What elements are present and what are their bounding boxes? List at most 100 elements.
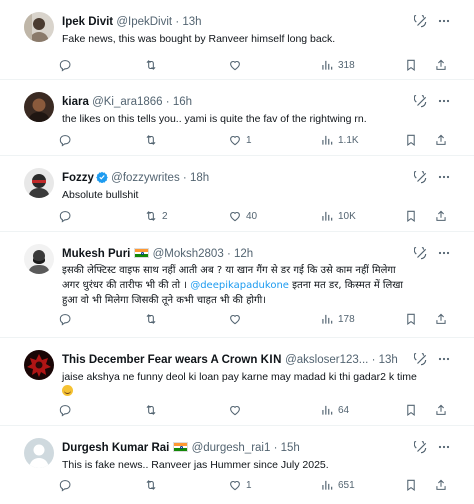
reply-button[interactable] (58, 310, 76, 328)
repost-icon (144, 478, 158, 492)
bookmark-button[interactable] (404, 401, 418, 419)
more-icon[interactable] (436, 169, 452, 185)
author-name[interactable]: kiara (62, 96, 89, 108)
separator: · (175, 16, 180, 28)
views-button[interactable]: 1.1K (320, 131, 359, 149)
avatar[interactable] (24, 244, 54, 274)
views-button[interactable]: 64 (320, 401, 349, 419)
avatar[interactable] (24, 12, 54, 42)
grok-icon[interactable] (414, 171, 428, 185)
more-icon[interactable] (436, 351, 452, 367)
view-count: 1.1K (338, 134, 359, 146)
bookmark-button[interactable] (404, 476, 418, 494)
share-button[interactable] (434, 401, 448, 419)
views-icon (320, 133, 334, 147)
like-button[interactable]: 1 (228, 131, 252, 149)
like-button[interactable] (228, 56, 246, 74)
like-button[interactable]: 40 (228, 207, 257, 225)
reply-icon (58, 133, 72, 147)
avatar[interactable] (24, 350, 54, 380)
share-button[interactable] (434, 56, 448, 74)
view-count: 178 (338, 313, 355, 325)
views-button[interactable]: 318 (320, 56, 355, 74)
like-count: 1 (246, 134, 252, 146)
bookmark-button[interactable] (404, 56, 418, 74)
views-icon (320, 209, 334, 223)
author-name[interactable]: Mukesh Puri (62, 248, 130, 260)
mention-link[interactable]: @deepikapadukone (190, 280, 289, 291)
views-button[interactable]: 651 (320, 476, 355, 494)
grok-icon[interactable] (414, 353, 428, 367)
tweet[interactable]: Durgesh Kumar Rai @durgesh_rai1 · 15h Th… (0, 426, 474, 504)
timestamp[interactable]: 15h (281, 442, 300, 454)
timestamp[interactable]: 12h (234, 248, 253, 260)
separator: · (165, 96, 170, 108)
avatar[interactable] (24, 92, 54, 122)
repost-button[interactable] (144, 131, 162, 149)
repost-button[interactable] (144, 401, 162, 419)
reply-button[interactable] (58, 131, 76, 149)
repost-button[interactable] (144, 56, 162, 74)
tweet[interactable]: kiara @Ki_ara1866 · 16h the likes on thi… (0, 80, 474, 156)
more-icon[interactable] (436, 93, 452, 109)
repost-icon (144, 312, 158, 326)
action-bar: 1 1.1K (58, 131, 460, 149)
grok-icon[interactable] (414, 15, 428, 29)
share-button[interactable] (434, 476, 448, 494)
author-handle[interactable]: @IpekDivit (116, 16, 172, 28)
timestamp[interactable]: 13h (379, 354, 398, 366)
author-handle[interactable]: @Ki_ara1866 (92, 96, 163, 108)
reply-button[interactable] (58, 476, 76, 494)
bookmark-button[interactable] (404, 131, 418, 149)
bookmark-button[interactable] (404, 310, 418, 328)
author-handle[interactable]: @aksloser123... (285, 354, 368, 366)
reply-icon (58, 58, 72, 72)
share-button[interactable] (434, 207, 448, 225)
author-name[interactable]: Durgesh Kumar Rai (62, 442, 169, 454)
share-icon (434, 478, 448, 492)
reply-button[interactable] (58, 401, 76, 419)
reply-button[interactable] (58, 56, 76, 74)
author-name[interactable]: Ipek Divit (62, 16, 113, 28)
share-button[interactable] (434, 310, 448, 328)
more-icon[interactable] (436, 245, 452, 261)
timestamp[interactable]: 18h (190, 172, 209, 184)
bookmark-icon (404, 478, 418, 492)
author-name[interactable]: This December Fear wears A Crown (62, 354, 257, 366)
bookmark-button[interactable] (404, 207, 418, 225)
tweet[interactable]: Mukesh Puri @Moksh2803 · 12h इसकी लेफ्टि… (0, 232, 474, 338)
timestamp[interactable]: 13h (182, 16, 201, 28)
repost-button[interactable] (144, 310, 162, 328)
reply-icon (58, 478, 72, 492)
tweet[interactable]: Fozzy @fozzywrites · 18h Absolute bullsh… (0, 156, 474, 232)
share-button[interactable] (434, 131, 448, 149)
like-button[interactable]: 1 (228, 476, 252, 494)
repost-button[interactable] (144, 476, 162, 494)
grok-icon[interactable] (414, 441, 428, 455)
more-icon[interactable] (436, 439, 452, 455)
author-handle[interactable]: @fozzywrites (111, 172, 180, 184)
tweet-text: Absolute bullshit (62, 189, 139, 201)
tweet[interactable]: This December Fear wears A Crown KIN @ak… (0, 338, 474, 426)
timestamp[interactable]: 16h (173, 96, 192, 108)
like-button[interactable] (228, 401, 246, 419)
reply-button[interactable] (58, 207, 76, 225)
like-count: 1 (246, 479, 252, 491)
grok-icon[interactable] (414, 247, 428, 261)
repost-icon (144, 403, 158, 417)
like-button[interactable] (228, 310, 246, 328)
grok-icon[interactable] (414, 95, 428, 109)
tweet[interactable]: Ipek Divit @IpekDivit · 13h Fake news, t… (0, 0, 474, 80)
author-handle[interactable]: @durgesh_rai1 (192, 442, 271, 454)
more-icon[interactable] (436, 13, 452, 29)
views-button[interactable]: 10K (320, 207, 356, 225)
action-bar: 2 40 10K (58, 207, 460, 225)
views-icon (320, 58, 334, 72)
author-handle[interactable]: @Moksh2803 (153, 248, 224, 260)
author-name[interactable]: Fozzy (62, 172, 94, 184)
separator: · (226, 248, 231, 260)
avatar[interactable] (24, 438, 54, 468)
views-button[interactable]: 178 (320, 310, 355, 328)
avatar[interactable] (24, 168, 54, 198)
repost-button[interactable]: 2 (144, 207, 168, 225)
